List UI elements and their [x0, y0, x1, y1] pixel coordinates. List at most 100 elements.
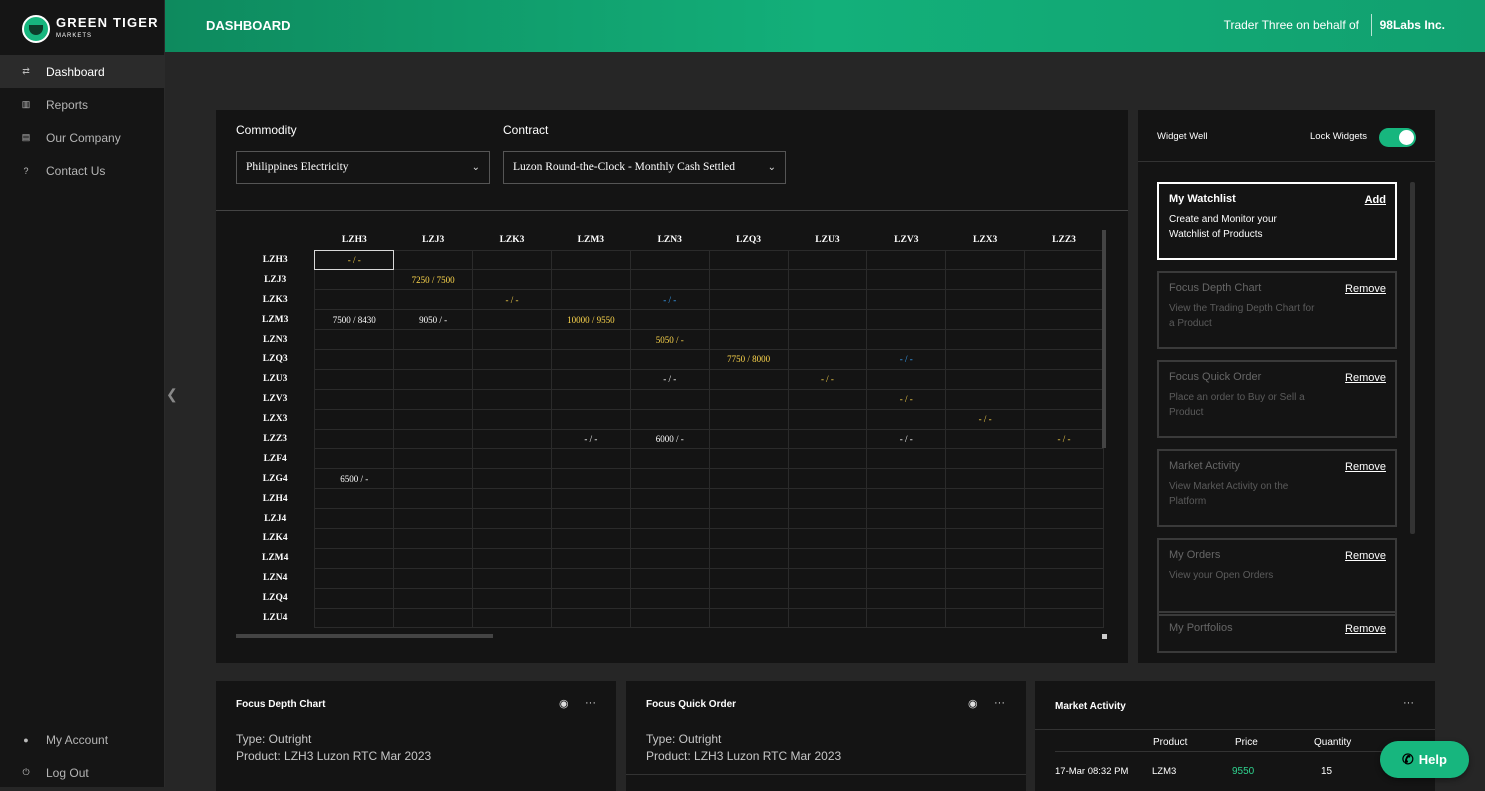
matrix-cell[interactable] [945, 527, 1026, 549]
matrix-cell[interactable] [314, 348, 395, 370]
eye-icon[interactable]: ◉ [968, 697, 978, 710]
matrix-cell[interactable] [1024, 567, 1104, 589]
matrix-cell[interactable] [314, 368, 395, 390]
card-remove-button[interactable]: Remove [1345, 372, 1386, 384]
matrix-cell[interactable]: - / - [472, 289, 552, 311]
matrix-cell[interactable] [393, 289, 474, 311]
matrix-cell[interactable] [1024, 388, 1104, 410]
matrix-cell[interactable] [945, 348, 1026, 370]
matrix-cell[interactable] [945, 309, 1026, 331]
matrix-cell[interactable]: 7750 / 8000 [708, 348, 789, 370]
matrix-cell[interactable] [708, 368, 789, 390]
matrix-cell[interactable] [472, 448, 552, 470]
matrix-cell[interactable] [472, 428, 552, 450]
matrix-cell[interactable]: - / - [945, 408, 1026, 430]
card-remove-button[interactable]: Remove [1345, 283, 1386, 295]
matrix-cell[interactable] [550, 607, 631, 629]
matrix-cell[interactable] [708, 329, 789, 350]
matrix-cell[interactable] [866, 408, 947, 430]
matrix-cell[interactable] [550, 269, 631, 291]
matrix-cell[interactable] [629, 488, 710, 510]
matrix-cell[interactable] [314, 587, 395, 609]
matrix-cell[interactable] [629, 408, 710, 430]
matrix-cell[interactable]: - / - [629, 368, 710, 390]
matrix-cell[interactable] [787, 269, 868, 291]
matrix-cell[interactable] [393, 448, 474, 470]
matrix-cell[interactable] [472, 607, 552, 629]
matrix-cell[interactable] [708, 527, 789, 549]
matrix-cell[interactable] [393, 329, 474, 350]
widget-card-focus-depth-chart[interactable]: Focus Depth Chart View the Trading Depth … [1157, 271, 1397, 349]
matrix-cell[interactable] [708, 508, 789, 529]
matrix-cell[interactable] [472, 547, 552, 569]
matrix-cell[interactable] [1024, 368, 1104, 390]
matrix-cell[interactable] [314, 547, 395, 569]
matrix-cell[interactable] [629, 309, 710, 331]
matrix-cell[interactable] [550, 448, 631, 470]
matrix-cell[interactable] [708, 269, 789, 291]
matrix-cell[interactable] [472, 468, 552, 490]
matrix-cell[interactable] [314, 269, 395, 291]
matrix-cell[interactable]: - / - [629, 289, 710, 311]
matrix-cell[interactable] [866, 329, 947, 350]
matrix-cell[interactable] [393, 547, 474, 569]
matrix-cell[interactable] [1024, 249, 1104, 271]
matrix-cell[interactable] [314, 289, 395, 311]
matrix-cell[interactable] [787, 508, 868, 529]
card-remove-button[interactable]: Remove [1345, 623, 1386, 635]
matrix-cell[interactable] [314, 607, 395, 629]
matrix-cell[interactable] [945, 607, 1026, 629]
matrix-cell[interactable] [1024, 329, 1104, 350]
matrix-cell[interactable] [708, 468, 789, 490]
matrix-cell[interactable] [472, 508, 552, 529]
matrix-cell[interactable] [393, 408, 474, 430]
widget-card-my-orders[interactable]: My Orders View your Open Orders Remove [1157, 538, 1397, 616]
matrix-cell[interactable] [550, 329, 631, 350]
matrix-cell[interactable]: - / - [550, 428, 631, 450]
help-button[interactable]: ✆ Help [1380, 741, 1469, 778]
matrix-cell[interactable] [1024, 527, 1104, 549]
sidebar-item-reports[interactable]: ▥ Reports [0, 88, 165, 121]
widget-card-focus-quick-order[interactable]: Focus Quick Order Place an order to Buy o… [1157, 360, 1397, 438]
matrix-cell[interactable] [708, 309, 789, 331]
matrix-cell[interactable] [787, 547, 868, 569]
matrix-cell[interactable] [629, 508, 710, 529]
matrix-cell[interactable] [787, 289, 868, 311]
matrix-cell[interactable] [787, 587, 868, 609]
matrix-cell[interactable] [550, 508, 631, 529]
matrix-cell[interactable] [393, 527, 474, 549]
matrix-cell[interactable] [708, 428, 789, 450]
matrix-cell[interactable] [550, 468, 631, 490]
matrix-cell[interactable] [472, 527, 552, 549]
matrix-cell[interactable] [1024, 448, 1104, 470]
matrix-cell[interactable] [629, 269, 710, 291]
matrix-cell[interactable] [393, 388, 474, 410]
matrix-cell[interactable] [393, 587, 474, 609]
matrix-cell[interactable] [550, 289, 631, 311]
vertical-scrollbar[interactable] [1102, 230, 1106, 448]
matrix-cell[interactable] [866, 587, 947, 609]
matrix-cell[interactable] [787, 567, 868, 589]
matrix-cell[interactable] [787, 329, 868, 350]
matrix-cell[interactable] [314, 428, 395, 450]
matrix-cell[interactable] [472, 249, 552, 271]
matrix-cell[interactable] [866, 468, 947, 490]
matrix-cell[interactable] [866, 527, 947, 549]
matrix-cell[interactable] [629, 587, 710, 609]
matrix-cell[interactable] [708, 547, 789, 569]
matrix-cell[interactable] [787, 249, 868, 271]
more-icon[interactable]: ··· [994, 697, 1005, 709]
sidebar-item-log-out[interactable]: ⏻ Log Out [0, 756, 165, 789]
matrix-cell[interactable] [314, 448, 395, 470]
matrix-cell[interactable] [472, 388, 552, 410]
matrix-cell[interactable] [314, 329, 395, 350]
matrix-cell[interactable] [472, 269, 552, 291]
matrix-cell[interactable] [550, 408, 631, 430]
matrix-cell[interactable]: - / - [866, 348, 947, 370]
matrix-cell[interactable] [708, 448, 789, 470]
matrix-cell[interactable] [945, 547, 1026, 569]
matrix-cell[interactable] [1024, 348, 1104, 370]
matrix-cell[interactable] [866, 368, 947, 390]
matrix-cell[interactable] [550, 488, 631, 510]
matrix-cell[interactable] [787, 309, 868, 331]
